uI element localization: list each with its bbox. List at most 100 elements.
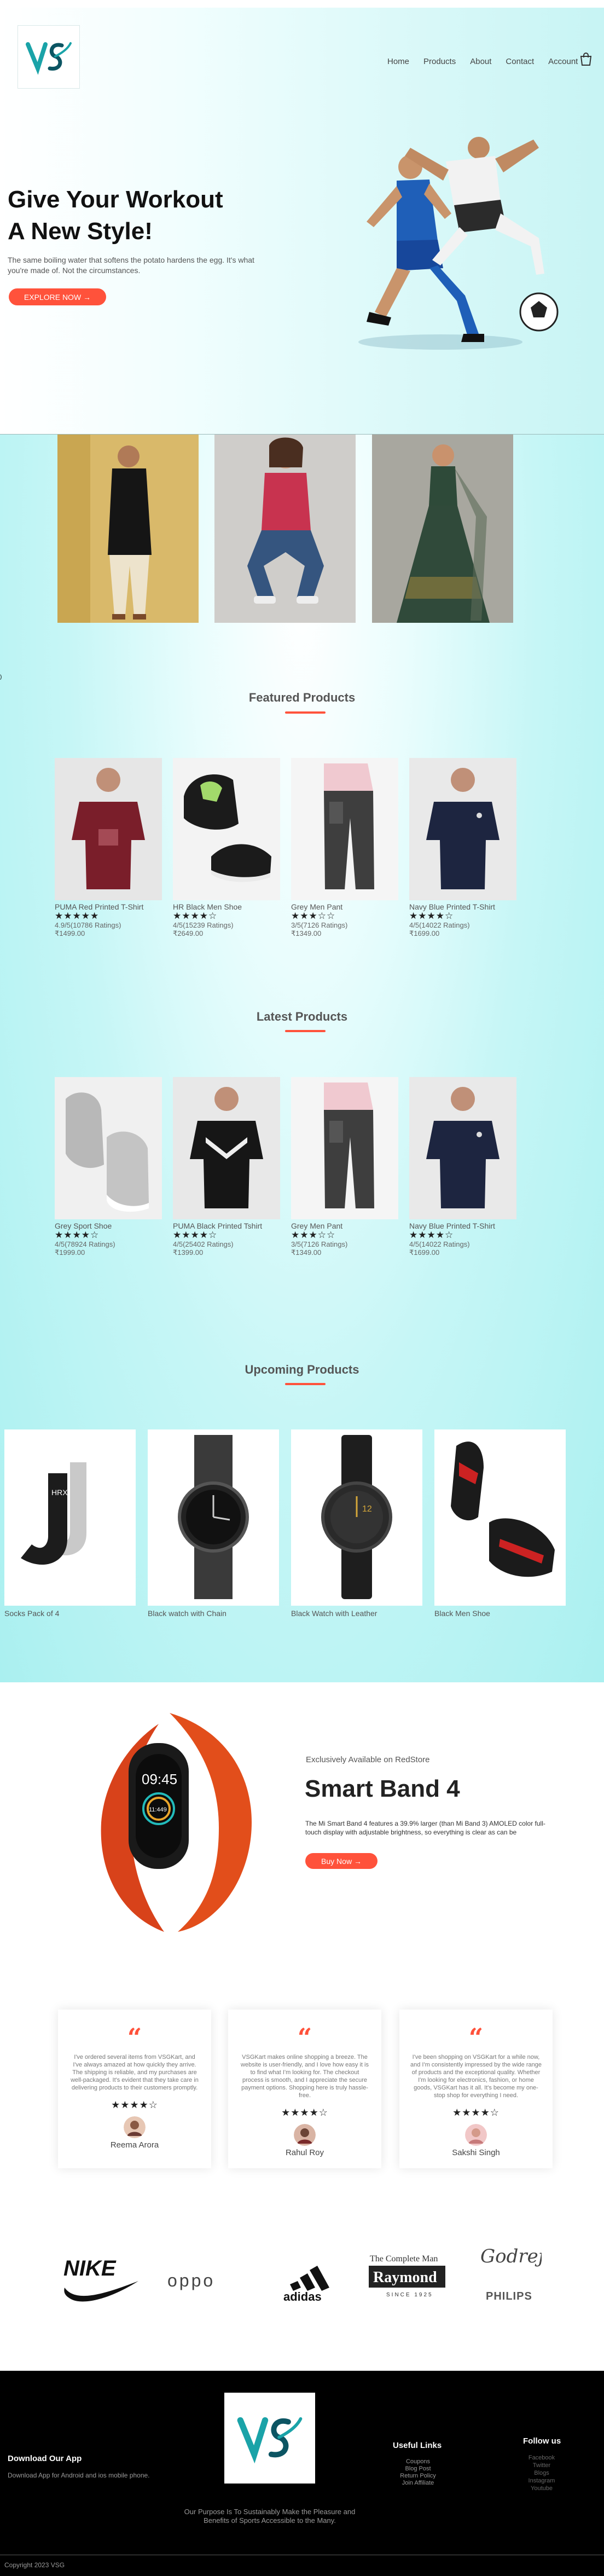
product-stars: ★★★★☆	[409, 1230, 454, 1240]
product-rating: 3/5(7126 Ratings)	[291, 921, 348, 929]
product-card[interactable]: Navy Blue Printed T-Shirt ★★★★☆ 4/5(1402…	[409, 758, 516, 937]
product-card[interactable]: PUMA Red Printed T-Shirt ★★★★★ 4.9/5(107…	[55, 758, 162, 937]
brand-logo-philips: PHILIPS	[486, 2290, 532, 2302]
product-price: ₹1499.00	[55, 929, 85, 937]
svg-text:HRX: HRX	[51, 1488, 68, 1497]
footer-link-blog-post[interactable]: Blog Post	[393, 2465, 443, 2473]
product-name: Navy Blue Printed T-Shirt	[409, 1222, 495, 1230]
category-women-casual-image[interactable]	[214, 435, 356, 623]
product-name: Grey Men Pant	[291, 902, 343, 911]
footer-link-facebook[interactable]: Facebook	[520, 2454, 564, 2462]
follow-us-list: Facebook Twitter Blogs Instagram Youtube	[520, 2454, 564, 2492]
hero-title: Give Your Workout A New Style!	[8, 184, 259, 247]
product-name: PUMA Black Printed Tshirt	[173, 1222, 263, 1230]
avatar	[294, 2124, 316, 2146]
footer-link-return-policy[interactable]: Return Policy	[393, 2473, 443, 2480]
useful-links-list: Coupons Blog Post Return Policy Join Aff…	[393, 2458, 443, 2487]
hero-title-line2: A New Style!	[8, 218, 153, 245]
product-stars: ★★★★☆	[173, 1230, 218, 1240]
quote-icon: “	[468, 2023, 484, 2052]
footer-link-twitter[interactable]: Twitter	[520, 2462, 564, 2469]
smartband-exclusive: Exclusively Available on RedStore	[306, 1755, 430, 1764]
shopping-bag-icon[interactable]	[579, 52, 593, 66]
product-rating: 4/5(14022 Ratings)	[409, 921, 470, 929]
testimonial-card: “ VSGKart makes online shopping a breeze…	[228, 2010, 381, 2168]
footer-link-youtube[interactable]: Youtube	[520, 2485, 564, 2492]
product-image-grey-sport-shoe	[55, 1077, 162, 1219]
product-price: ₹2649.00	[173, 929, 204, 937]
raymond-since: SINCE 1925	[386, 2292, 433, 2298]
upcoming-name: Black watch with Chain	[148, 1609, 226, 1618]
brand-logo-nike: NIKE	[63, 2256, 138, 2302]
product-card[interactable]: Grey Sport Shoe ★★★★☆ 4/5(78924 Ratings)…	[55, 1077, 162, 1257]
product-card[interactable]: Navy Blue Printed T-Shirt ★★★★☆ 4/5(1402…	[409, 1077, 516, 1257]
product-card[interactable]: Grey Men Pant ★★★☆☆ 3/5(7126 Ratings) ₹1…	[291, 758, 398, 937]
product-card[interactable]: PUMA Black Printed Tshirt ★★★★☆ 4/5(2540…	[173, 1077, 280, 1257]
product-price: ₹1699.00	[409, 929, 440, 937]
product-card[interactable]: Grey Men Pant ★★★☆☆ 3/5(7126 Ratings) ₹1…	[291, 1077, 398, 1257]
upcoming-card[interactable]: Black Men Shoe	[434, 1429, 566, 1618]
brand-logo-raymond: The Complete Man Raymond SINCE 1925	[369, 2254, 445, 2298]
nike-wordmark: NIKE	[63, 2256, 117, 2280]
featured-title-underline	[285, 711, 326, 714]
explore-now-button[interactable]: EXPLORE NOW →	[9, 288, 106, 305]
nav-about[interactable]: About	[470, 57, 491, 66]
product-price: ₹1999.00	[55, 1248, 85, 1257]
avatar	[124, 2116, 146, 2138]
nav-account[interactable]: Account	[548, 57, 578, 66]
logo-icon	[237, 2417, 303, 2464]
philips-wordmark: PHILIPS	[486, 2290, 532, 2302]
upcoming-card[interactable]: 12 Black Watch with Leather	[291, 1429, 422, 1618]
product-name: Grey Sport Shoe	[55, 1222, 112, 1230]
testimonial-card: “ I've been shopping on VSGKart for a wh…	[399, 2010, 553, 2168]
useful-links-title: Useful Links	[393, 2441, 442, 2450]
oppo-wordmark: oppo	[167, 2271, 215, 2290]
product-image-navy-tshirt	[409, 758, 516, 900]
testimonial-text: VSGKart makes online shopping a breeze. …	[241, 2054, 369, 2099]
footer-link-blogs[interactable]: Blogs	[520, 2469, 564, 2477]
nav-products[interactable]: Products	[423, 57, 456, 66]
product-stars: ★★★★☆	[409, 911, 454, 921]
category-ethnic-men-image[interactable]	[57, 435, 199, 623]
avatar	[465, 2124, 487, 2146]
nav-home[interactable]: Home	[387, 57, 409, 66]
product-rating: 4/5(15239 Ratings)	[173, 921, 234, 929]
testimonial-card: “ I've ordered several items from VSGKar…	[58, 2010, 211, 2168]
testimonial-stars: ★★★★☆	[452, 2107, 500, 2118]
testimonial-text: I've been shopping on VSGKart for a whil…	[410, 2054, 542, 2099]
product-rating: 4/5(78924 Ratings)	[55, 1240, 115, 1248]
upcoming-card[interactable]: Black watch with Chain	[148, 1429, 279, 1618]
product-rating: 4.9/5(10786 Ratings)	[55, 921, 121, 929]
footer-link-join-affiliate[interactable]: Join Affiliate	[393, 2480, 443, 2487]
footer-link-coupons[interactable]: Coupons	[393, 2458, 443, 2465]
brand-logo-oppo: oppo	[167, 2271, 215, 2290]
latest-products-title: Latest Products	[256, 1010, 348, 1023]
product-image-grey-pant	[291, 758, 398, 900]
product-image-grey-pant	[291, 1077, 398, 1219]
adidas-wordmark: adidas	[283, 2290, 322, 2303]
product-price: ₹1349.00	[291, 929, 322, 937]
footer-logo[interactable]	[224, 2393, 315, 2484]
upcoming-name: Black Men Shoe	[434, 1609, 490, 1618]
upcoming-name: Black Watch with Leather	[291, 1609, 378, 1618]
product-image-navy-tshirt	[409, 1077, 516, 1219]
download-app-text: Download App for Android and ios mobile …	[8, 2471, 150, 2479]
smartband-title: Smart Band 4	[305, 1775, 460, 1802]
upcoming-products-title: Upcoming Products	[245, 1363, 359, 1376]
product-card[interactable]: HR Black Men Shoe ★★★★☆ 4/5(15239 Rating…	[173, 758, 280, 937]
category-lehenga-image[interactable]	[372, 435, 513, 623]
follow-us-title: Follow us	[523, 2436, 561, 2446]
band-screen-steps: 11:449	[149, 1807, 167, 1813]
brand-logo-godrej: Godrej	[480, 2245, 542, 2267]
upcoming-card[interactable]: HRX Socks Pack of 4	[4, 1429, 136, 1618]
upcoming-image-watch-chain	[148, 1429, 279, 1606]
footer-link-instagram[interactable]: Instagram	[520, 2477, 564, 2485]
upcoming-image-black-men-shoe	[434, 1429, 566, 1606]
buy-now-button[interactable]: Buy Now →	[305, 1853, 378, 1869]
raymond-tagline: The Complete Man	[370, 2254, 438, 2264]
nav-contact[interactable]: Contact	[506, 57, 534, 66]
product-stars: ★★★☆☆	[291, 1230, 336, 1240]
product-rating: 4/5(25402 Ratings)	[173, 1240, 234, 1248]
product-name: HR Black Men Shoe	[173, 902, 242, 911]
site-logo[interactable]	[18, 25, 80, 89]
